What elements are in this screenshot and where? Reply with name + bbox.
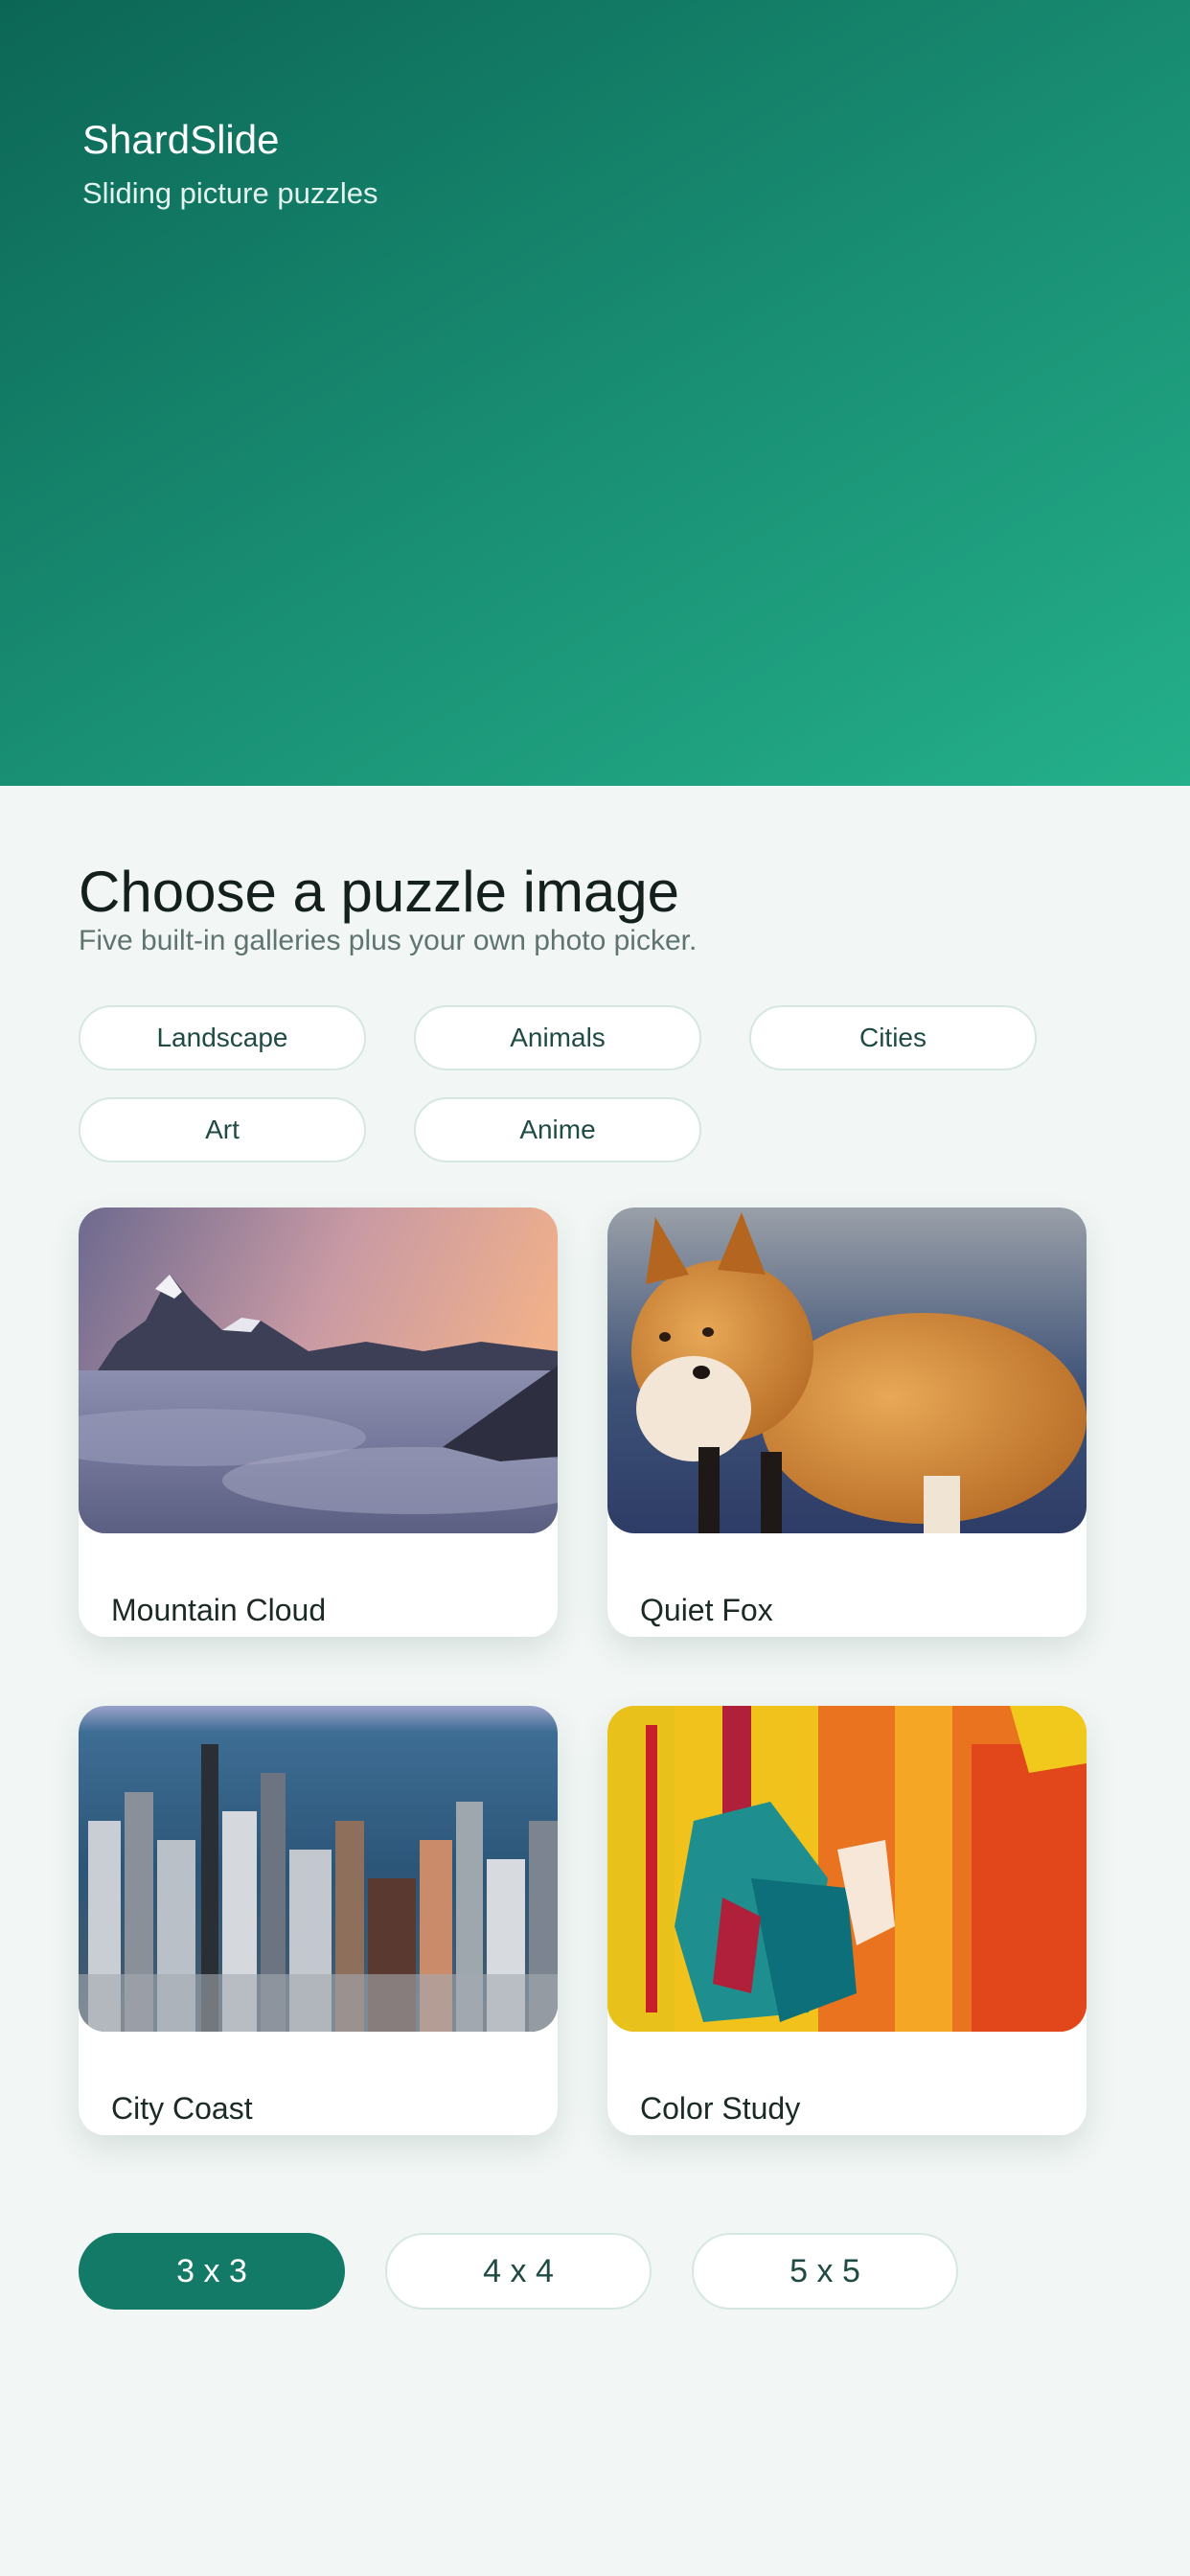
image-card-title: Mountain Cloud: [111, 1593, 327, 1627]
section-title: Choose a puzzle image: [79, 860, 680, 924]
grid-size-5x5-button[interactable]: 5 x 5: [692, 2233, 958, 2310]
quiet-fox-thumbnail: [607, 1208, 1087, 1533]
image-card-title: Color Study: [640, 2091, 801, 2126]
category-chip-cities[interactable]: Cities: [749, 1005, 1037, 1070]
category-chip-anime[interactable]: Anime: [414, 1097, 701, 1162]
category-chip-art[interactable]: Art: [79, 1097, 366, 1162]
image-card-title: City Coast: [111, 2091, 253, 2126]
image-card-mountain-cloud[interactable]: Mountain Cloud: [79, 1208, 558, 1637]
color-study-thumbnail: [607, 1706, 1087, 2032]
image-card-city-coast[interactable]: City Coast: [79, 1706, 558, 2135]
section-subtitle: Five built-in galleries plus your own ph…: [79, 925, 698, 956]
app-title: ShardSlide: [82, 117, 280, 162]
image-card-title: Quiet Fox: [640, 1593, 773, 1627]
app-subtitle: Sliding picture puzzles: [82, 176, 378, 210]
hero-header: ShardSlide Sliding picture puzzles: [0, 0, 1190, 786]
image-card-quiet-fox[interactable]: Quiet Fox: [607, 1208, 1087, 1637]
category-chip-landscape[interactable]: Landscape: [79, 1005, 366, 1070]
category-chip-animals[interactable]: Animals: [414, 1005, 701, 1070]
mountain-cloud-thumbnail: [79, 1208, 558, 1533]
grid-size-3x3-button[interactable]: 3 x 3: [79, 2233, 345, 2310]
grid-size-4x4-button[interactable]: 4 x 4: [385, 2233, 652, 2310]
image-card-color-study[interactable]: Color Study: [607, 1706, 1087, 2135]
city-coast-thumbnail: [79, 1706, 558, 2032]
